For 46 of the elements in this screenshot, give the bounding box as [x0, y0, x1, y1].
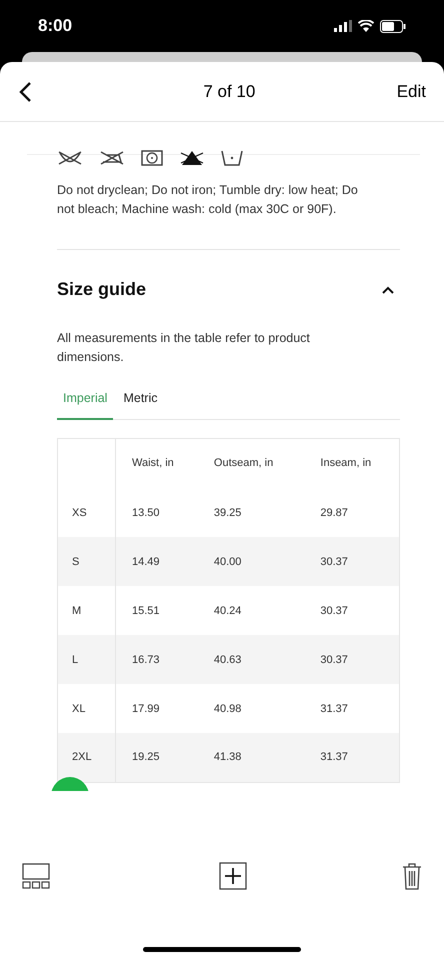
no-dryclean-icon [57, 150, 83, 166]
table-cell: 31.37 [320, 751, 348, 764]
table-cell: 14.49 [132, 556, 160, 568]
battery-icon [380, 20, 406, 32]
table-cell: 40.00 [214, 556, 242, 568]
unit-tab[interactable]: Metric [121, 389, 160, 420]
care-instructions: Do not dryclean; Do not iron; Tumble dry: low heat; Do not bleach; Machine wash: cold (max 30C or 90F). [57, 182, 359, 218]
wash-tub-icon [221, 150, 243, 166]
size-label: L [72, 654, 78, 666]
tumble-dry-icon [141, 150, 163, 166]
table-cell: 30.37 [320, 654, 348, 666]
size-label: XL [72, 702, 86, 714]
table-cell: 16.73 [132, 654, 160, 666]
column-header: Waist, in [132, 457, 174, 470]
table-cell: 30.37 [320, 604, 348, 616]
add-icon[interactable] [219, 862, 247, 890]
size-label: XS [72, 506, 87, 518]
size-guide-description: All measurements in the table refer to product dimensions. [57, 330, 311, 366]
trash-icon[interactable] [402, 862, 422, 890]
column-header: Inseam, in [320, 457, 372, 470]
table-cell: 40.63 [214, 654, 242, 666]
section-title: Size guide [57, 278, 146, 301]
table-cell: 40.98 [214, 702, 242, 714]
wifi-icon [358, 20, 374, 32]
size-label: S [72, 556, 80, 568]
column-header: Outseam, in [214, 457, 274, 470]
table-cell: 40.24 [214, 604, 242, 616]
size-label: 2XL [72, 751, 92, 764]
signal-icon [334, 20, 352, 32]
table-cell: 17.99 [132, 702, 160, 714]
table-cell: 15.51 [132, 604, 160, 616]
photo-counter: 7 of 10 [203, 80, 256, 103]
table-cell: 31.37 [320, 702, 348, 714]
gallery-view-icon[interactable] [22, 863, 50, 889]
size-label: M [72, 604, 82, 616]
edit-button[interactable]: Edit [396, 78, 426, 104]
table-cell: 30.37 [320, 556, 348, 568]
table-cell: 19.25 [132, 751, 160, 764]
no-iron-icon [99, 150, 125, 166]
table-cell: 29.87 [320, 506, 348, 518]
status-time: 8:00 [38, 15, 72, 38]
table-cell: 13.50 [132, 506, 160, 518]
unit-tab[interactable]: Imperial [57, 389, 114, 420]
table-cell: 39.25 [214, 506, 242, 518]
table-cell: 41.38 [214, 751, 242, 764]
no-bleach-icon [179, 150, 205, 166]
